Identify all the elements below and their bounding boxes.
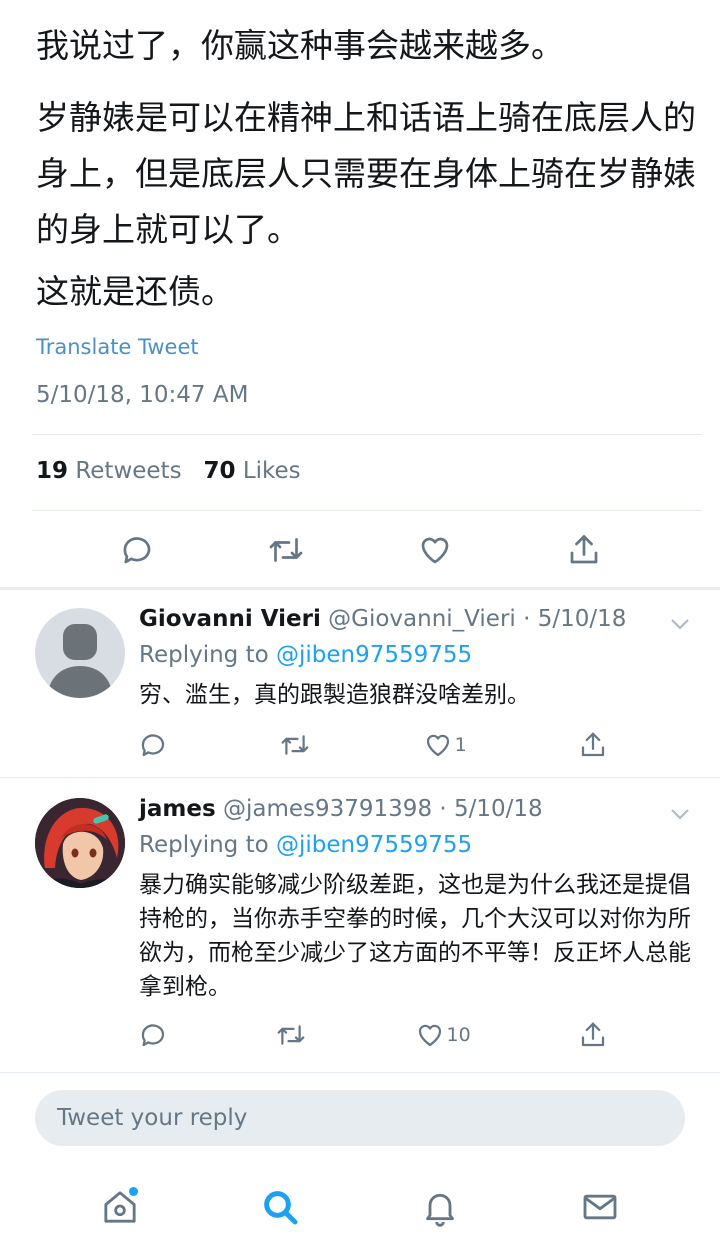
anime-avatar-icon [35,798,125,888]
replying-prefix: Replying to [139,642,269,668]
reply-text: 暴力确实能够减少阶级差距，这也是为什么我还是提倡持枪的，当你赤手空拳的时候，几个… [139,872,691,1000]
reply-header: james @james93791398 · 5/10/18 [139,796,543,822]
default-avatar-icon [47,624,113,698]
tweet-actions [0,528,720,572]
reply-button[interactable] [138,1020,168,1050]
notification-dot [129,1187,138,1196]
divider [32,434,702,435]
translate-tweet-link[interactable]: Translate Tweet [36,335,199,359]
retweet-icon [281,735,309,755]
like-count: 1 [454,734,467,756]
reply-date: · 5/10/18 [439,796,543,822]
tab-notifications[interactable] [410,1177,470,1237]
like-button[interactable]: 10 [415,1020,471,1050]
share-button[interactable] [549,528,619,572]
replying-to: Replying to @jiben97559755 [139,832,472,858]
tweet-paragraph: 这就是还债。 [36,272,234,311]
replying-prefix: Replying to [139,832,269,858]
tab-home[interactable] [90,1177,150,1237]
divider [0,1072,720,1073]
replying-to: Replying to @jiben97559755 [139,642,472,668]
share-icon [570,535,597,564]
likes-label[interactable]: Likes [243,458,301,484]
tweet-paragraph: 岁静婊是可以在精神上和话语上骑在底层人的身上，但是底层人只需要在身体上骑在岁静婊… [36,98,696,249]
retweet-icon [269,538,302,562]
tweet-timestamp: 5/10/18, 10:47 AM [36,382,249,408]
chevron-down-icon[interactable] [670,808,690,820]
reply-date: · 5/10/18 [523,606,627,632]
share-button[interactable] [578,730,608,760]
heart-icon [426,734,449,757]
tab-messages[interactable] [570,1177,630,1237]
share-icon [581,732,605,757]
reply-button[interactable] [138,730,168,760]
mail-icon [583,1194,617,1220]
retweet-button[interactable] [275,1020,307,1050]
retweet-button[interactable] [251,528,321,572]
reply-icon [141,1024,165,1047]
reply-tweet[interactable]: Giovanni Vieri @Giovanni_Vieri · 5/10/18… [0,590,720,776]
tab-search[interactable] [250,1177,310,1237]
chevron-down-icon[interactable] [670,618,690,630]
reply-author-name[interactable]: Giovanni Vieri [139,606,321,632]
bell-icon [426,1193,454,1227]
retweets-count[interactable]: 19 [36,458,68,484]
replying-to-handle[interactable]: @jiben97559755 [276,642,472,668]
reply-button[interactable] [102,528,172,572]
retweet-icon [277,1025,305,1045]
reply-actions: 1 [138,730,608,760]
tweet-stats: 19 Retweets 70 Likes [36,458,301,484]
tweet-paragraph: 我说过了，你赢这种事会越来越多。 [36,26,564,65]
share-icon [581,1022,605,1047]
heart-icon [421,537,448,564]
retweets-label[interactable]: Retweets [75,458,181,484]
reply-author-name[interactable]: james [139,796,216,822]
heart-icon [418,1024,441,1047]
reply-tweet[interactable]: james @james93791398 · 5/10/18 Replying … [0,780,720,1070]
avatar[interactable] [35,608,125,698]
share-button[interactable] [578,1020,608,1050]
retweet-button[interactable] [279,730,311,760]
replying-to-handle[interactable]: @jiben97559755 [276,832,472,858]
reply-author-handle[interactable]: @james93791398 [223,796,432,822]
like-count: 10 [446,1024,471,1046]
search-icon [264,1191,298,1225]
reply-text: 穷、滥生，真的跟製造狼群没啥差别。 [139,682,530,708]
reply-compose-input[interactable]: Tweet your reply [35,1090,685,1146]
reply-author-handle[interactable]: @Giovanni_Vieri [328,606,516,632]
divider [0,777,720,778]
divider [32,510,702,511]
compose-placeholder: Tweet your reply [57,1105,248,1131]
reply-icon [123,537,150,564]
bottom-tab-bar [0,1168,720,1246]
like-button[interactable] [400,528,470,572]
likes-count[interactable]: 70 [204,458,236,484]
like-button[interactable]: 1 [423,730,467,760]
reply-actions: 10 [138,1020,608,1050]
avatar[interactable] [35,798,125,888]
reply-icon [141,734,165,757]
reply-header: Giovanni Vieri @Giovanni_Vieri · 5/10/18 [139,606,626,632]
